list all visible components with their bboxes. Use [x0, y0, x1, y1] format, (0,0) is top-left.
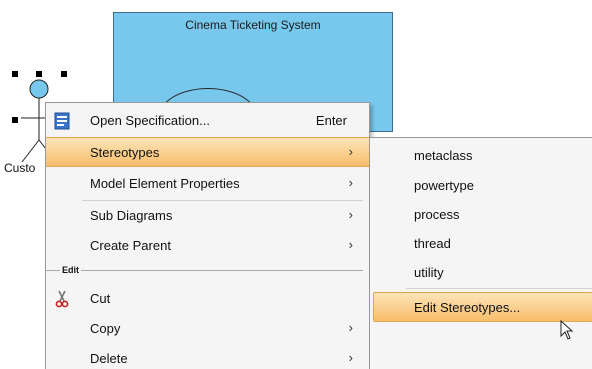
submenu-item-label: utility [414, 265, 444, 280]
chevron-right-icon: › [348, 237, 353, 252]
selection-handle[interactable] [36, 71, 42, 77]
system-title: Cinema Ticketing System [185, 18, 321, 32]
menu-item-label: Sub Diagrams [90, 208, 173, 223]
chevron-right-icon: › [348, 207, 353, 222]
diagram-canvas[interactable]: Cinema Ticketing System Custo Open Speci… [0, 0, 592, 369]
submenu-item-label: thread [414, 236, 451, 251]
menu-item-sub-diagrams[interactable]: Sub Diagrams › [46, 201, 369, 231]
submenu-item-metaclass[interactable]: metaclass [370, 141, 592, 171]
selection-handle[interactable] [61, 71, 67, 77]
submenu-separator [406, 288, 592, 289]
submenu-item-label: Edit Stereotypes... [414, 300, 521, 315]
menu-item-shortcut: Enter [315, 113, 347, 128]
menu-item-stereotypes[interactable]: Stereotypes › [46, 137, 369, 167]
chevron-right-icon: › [348, 175, 353, 190]
context-menu: Open Specification... Enter Stereotypes … [45, 102, 370, 369]
menu-item-label: Cut [90, 291, 111, 306]
submenu-item-utility[interactable]: utility [370, 258, 592, 288]
chevron-right-icon: › [348, 144, 353, 159]
menu-item-label: Copy [90, 321, 121, 336]
selection-handle[interactable] [12, 71, 18, 77]
submenu-item-process[interactable]: process [370, 200, 592, 230]
chevron-right-icon: › [348, 320, 353, 335]
menu-item-label: Create Parent [90, 238, 171, 253]
submenu-item-thread[interactable]: thread [370, 229, 592, 259]
submenu-item-powertype[interactable]: powertype [370, 171, 592, 201]
submenu-item-label: metaclass [414, 148, 473, 163]
menu-item-label: Delete [90, 351, 128, 366]
actor-label: Custo [4, 161, 36, 175]
menu-item-copy[interactable]: Copy › [46, 314, 369, 344]
selection-handle[interactable] [12, 117, 18, 123]
menu-item-label: Stereotypes [90, 145, 160, 160]
menu-item-label: Model Element Properties [90, 176, 240, 191]
menu-item-delete[interactable]: Delete › [46, 344, 369, 369]
submenu-item-edit-stereotypes[interactable]: Edit Stereotypes... [373, 292, 592, 322]
menu-item-label: Open Specification... [90, 113, 210, 128]
submenu-item-label: process [414, 207, 460, 222]
menu-item-cut[interactable]: Cut [46, 284, 369, 314]
menu-group-divider [46, 270, 363, 271]
submenu-item-label: powertype [414, 178, 474, 193]
menu-group-label: Edit [60, 265, 81, 275]
mouse-cursor-icon [560, 320, 574, 340]
menu-item-model-element-properties[interactable]: Model Element Properties › [46, 169, 369, 199]
menu-item-open-specification[interactable]: Open Specification... Enter [46, 106, 369, 136]
scissors-icon [55, 290, 69, 308]
specification-icon [54, 112, 70, 130]
chevron-right-icon: › [348, 350, 353, 365]
menu-item-create-parent[interactable]: Create Parent › [46, 231, 369, 261]
stereotypes-submenu: metaclass powertype process thread utili… [369, 137, 592, 369]
